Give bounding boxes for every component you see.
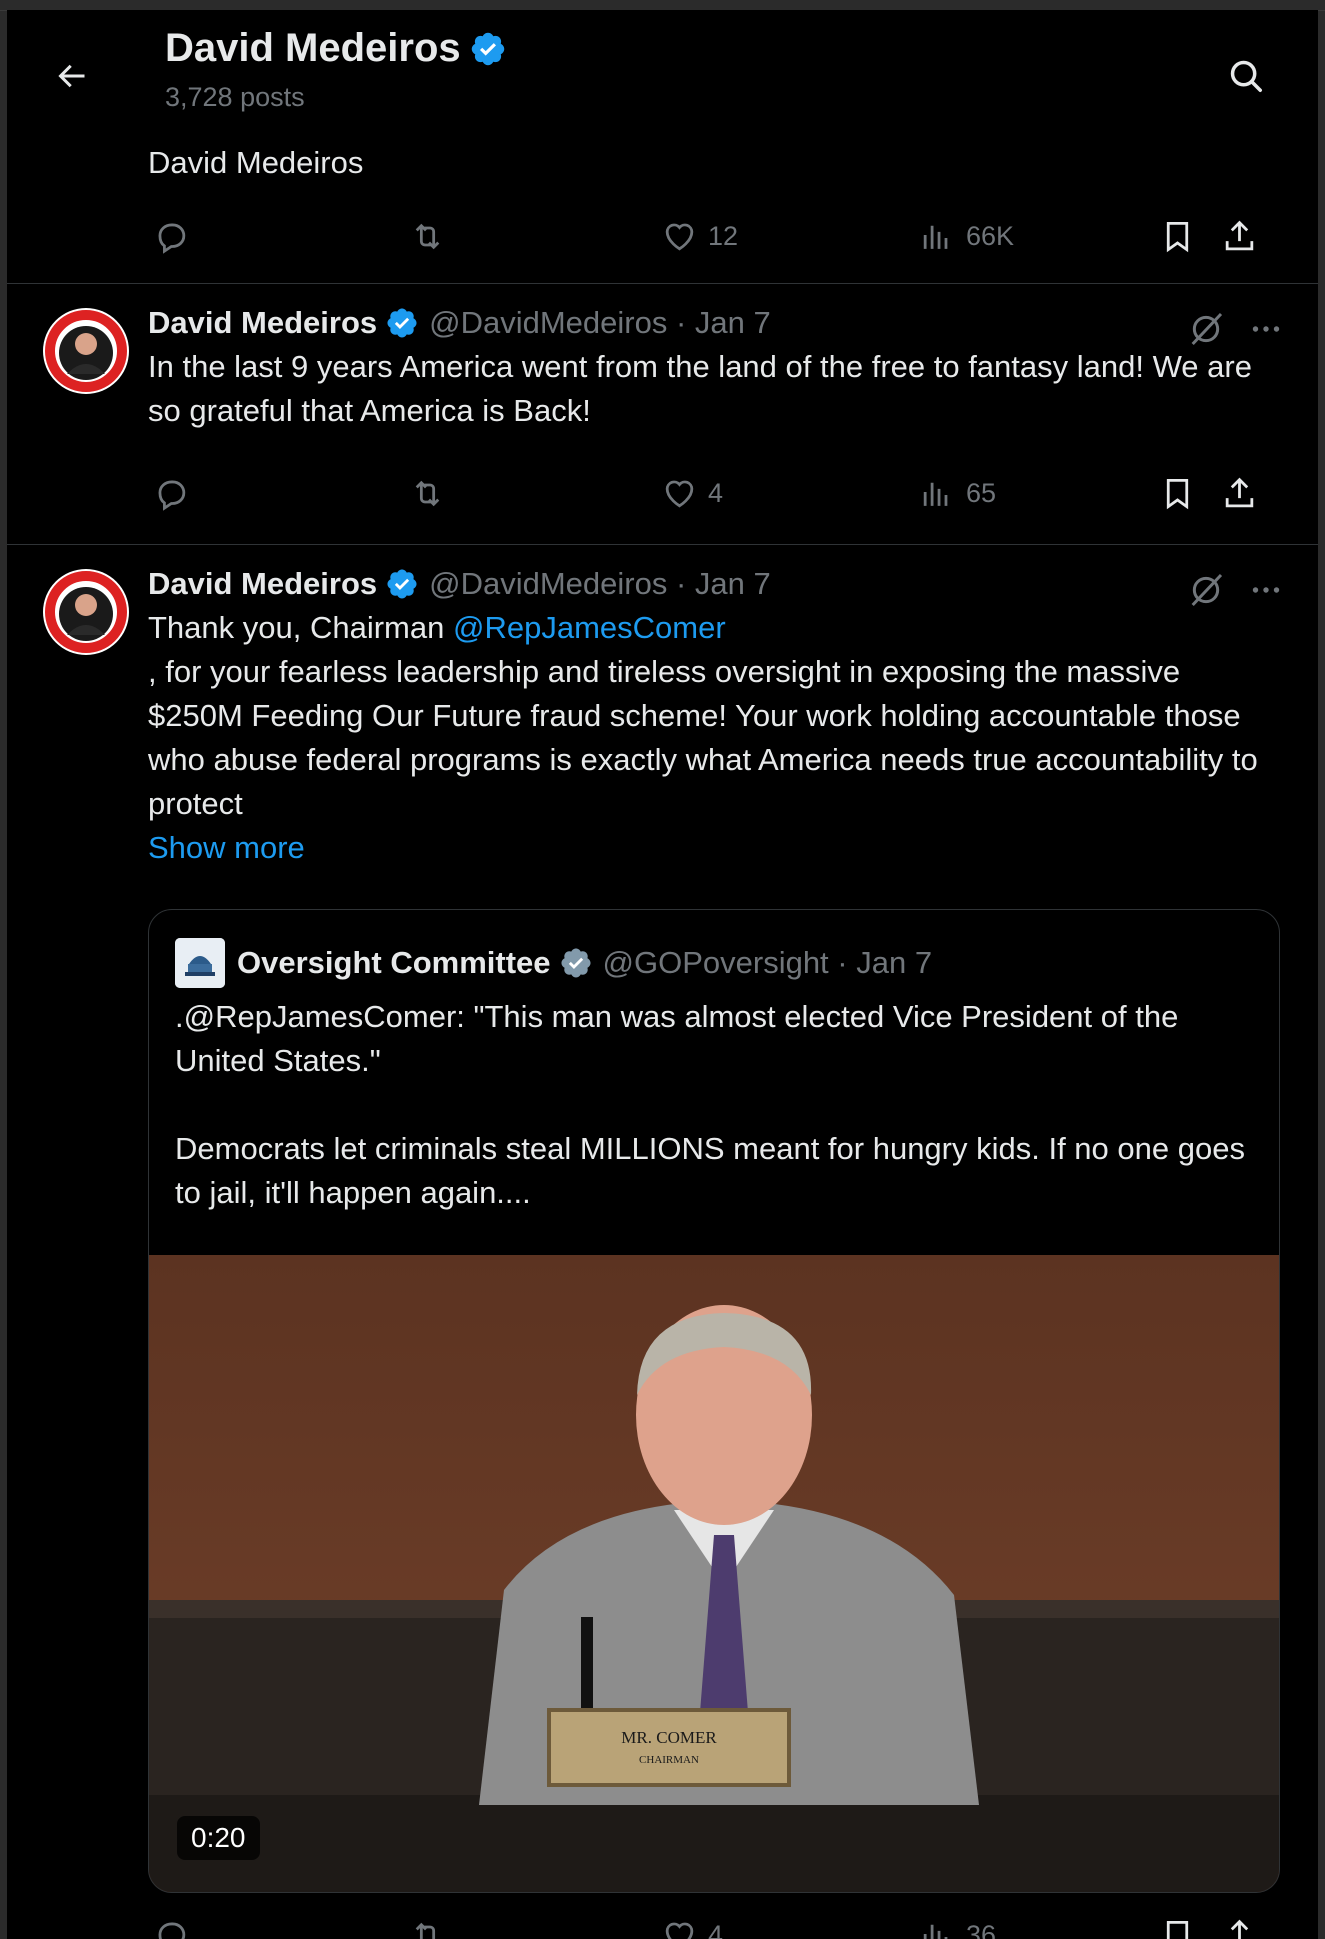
nameplate-sub: CHAIRMAN <box>639 1754 699 1766</box>
views-button[interactable]: 36 <box>919 1910 996 1939</box>
repost-icon <box>415 223 440 249</box>
like-button[interactable]: 12 <box>661 211 738 261</box>
tweet-text: Thank you, Chairman @RepJamesComer , for… <box>148 606 1283 870</box>
reply-icon <box>158 1922 186 1939</box>
repost-icon <box>415 480 440 506</box>
quoted-tweet-text: .@RepJamesComer: "This man was almost el… <box>175 995 1255 1215</box>
video-duration: 0:20 <box>177 1816 260 1860</box>
grok-icon[interactable] <box>1186 309 1226 349</box>
like-count: 12 <box>708 220 739 251</box>
quoted-text-line2: Democrats let criminals steal MILLIONS m… <box>175 1131 1245 1210</box>
quoted-avatar[interactable] <box>175 938 225 988</box>
reply-button[interactable] <box>153 1910 190 1939</box>
views-icon <box>923 225 948 249</box>
heart-icon <box>665 1922 694 1939</box>
mention-link[interactable]: @RepJamesComer <box>453 610 726 645</box>
reply-icon <box>158 480 186 511</box>
share-button[interactable] <box>1221 211 1258 261</box>
search-icon <box>1230 60 1262 92</box>
capitol-icon <box>175 938 225 988</box>
tweet-actions: 4 65 <box>139 468 1289 518</box>
verified-badge-icon <box>387 308 417 338</box>
like-count: 4 <box>708 1919 724 1939</box>
like-button[interactable]: 4 <box>661 1910 723 1939</box>
view-count: 66K <box>966 220 1015 251</box>
view-count: 65 <box>966 477 997 508</box>
timeline-frame: David Medeiros 3,728 posts David Medeiro… <box>7 10 1318 1939</box>
share-icon <box>1230 1919 1249 1939</box>
bookmark-icon <box>1166 221 1189 252</box>
quoted-text-line1: .@RepJamesComer: "This man was almost el… <box>175 999 1179 1078</box>
heart-icon <box>665 223 694 250</box>
view-count: 36 <box>966 1919 997 1939</box>
grok-icon[interactable] <box>1186 570 1226 610</box>
repost-button[interactable] <box>409 211 446 261</box>
video-thumbnail: MR. COMER CHAIRMAN <box>149 1255 1279 1892</box>
share-icon <box>1225 220 1254 250</box>
like-button[interactable]: 4 <box>661 468 723 518</box>
avatar[interactable] <box>43 308 129 394</box>
verified-gray-badge-icon <box>560 948 591 978</box>
repost-button[interactable] <box>409 1910 446 1939</box>
bookmark-button[interactable] <box>1159 1910 1196 1939</box>
tweet-text-body: , for your fearless leadership and tirel… <box>148 654 1258 821</box>
tweet-header-actions <box>1186 309 1284 349</box>
profile-title: David Medeiros <box>165 26 507 71</box>
like-count: 4 <box>708 477 724 508</box>
tweet[interactable]: David Medeiros @DavidMedeiros · Jan 7 In… <box>7 283 1318 545</box>
views-icon <box>923 1924 948 1939</box>
profile-header: David Medeiros 3,728 posts <box>7 10 1318 127</box>
share-icon <box>1225 477 1254 507</box>
avatar[interactable] <box>43 569 129 655</box>
back-button[interactable] <box>43 48 99 104</box>
tweet-actions: 12 66K <box>139 211 1289 261</box>
heart-icon <box>665 480 694 507</box>
reply-button[interactable] <box>153 468 190 518</box>
tweet-text: In the last 9 years America went from th… <box>148 349 1252 428</box>
bookmark-icon <box>1166 1920 1189 1939</box>
search-button[interactable] <box>1218 48 1274 104</box>
profile-name: David Medeiros <box>165 26 461 70</box>
views-button[interactable]: 65 <box>919 468 996 518</box>
tweet-actions: 4 36 <box>139 1910 1289 1939</box>
tweet[interactable]: David Medeiros @DavidMedeiros · Jan 7 Th… <box>7 544 1318 1939</box>
author-handle-date[interactable]: @DavidMedeiros · Jan 7 <box>429 305 771 341</box>
post-count: 3,728 posts <box>165 82 305 112</box>
video-player[interactable]: MR. COMER CHAIRMAN 0:20 <box>149 1255 1279 1892</box>
share-button[interactable] <box>1221 1910 1258 1939</box>
tweet-header: David Medeiros @DavidMedeiros · Jan 7 <box>148 305 771 341</box>
views-icon <box>923 482 948 506</box>
tweet-header: David Medeiros @DavidMedeiros · Jan 7 <box>148 566 771 602</box>
bookmark-icon <box>1166 478 1189 509</box>
previous-tweet-tail: David Medeiros 12 66K <box>7 127 1318 284</box>
repost-icon <box>415 1922 436 1939</box>
more-icon[interactable] <box>1248 311 1284 347</box>
author-name[interactable]: David Medeiros <box>148 305 377 341</box>
quoted-tweet[interactable]: Oversight Committee @GOPoversight · Jan … <box>148 909 1280 1893</box>
share-button[interactable] <box>1221 468 1258 518</box>
quoted-author-name: Oversight Committee <box>237 945 551 980</box>
quoted-handle-date: @GOPoversight · Jan 7 <box>602 945 933 980</box>
views-button[interactable]: 66K <box>919 211 1014 261</box>
quoted-tweet-header: Oversight Committee @GOPoversight · Jan … <box>175 938 932 988</box>
tweet-header-actions <box>1186 570 1284 610</box>
bookmark-button[interactable] <box>1159 468 1196 518</box>
arrow-left-icon <box>58 64 85 88</box>
avatar-image <box>44 309 128 393</box>
avatar-image <box>44 570 128 654</box>
show-more-link[interactable]: Show more <box>148 830 305 865</box>
author-name[interactable]: David Medeiros <box>148 566 377 602</box>
nameplate-title: MR. COMER <box>621 1728 717 1747</box>
bookmark-button[interactable] <box>1159 211 1196 261</box>
verified-badge-icon <box>387 569 417 599</box>
reply-button[interactable] <box>153 211 190 261</box>
repost-button[interactable] <box>409 468 446 518</box>
previous-tweet-text: David Medeiros <box>148 145 364 180</box>
more-icon[interactable] <box>1248 572 1284 608</box>
reply-icon <box>158 223 186 254</box>
author-handle-date[interactable]: @DavidMedeiros · Jan 7 <box>429 566 771 602</box>
verified-badge-icon <box>471 32 504 65</box>
tweet-text-intro: Thank you, Chairman <box>148 610 453 645</box>
